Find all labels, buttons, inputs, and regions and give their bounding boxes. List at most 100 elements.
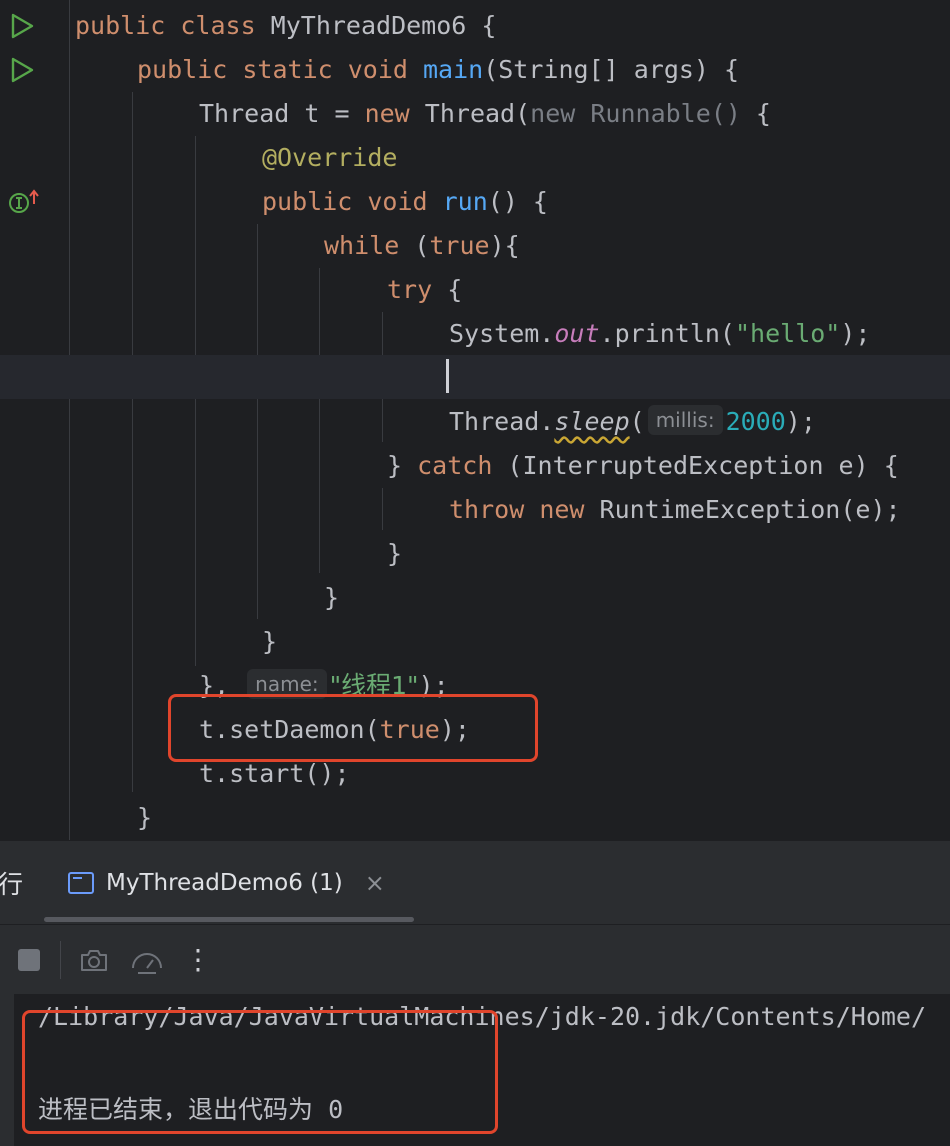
screenshot-button[interactable] — [78, 943, 110, 977]
string-literal: "hello" — [734, 319, 841, 348]
code-text: } — [324, 583, 340, 612]
code-line[interactable]: } — [387, 532, 402, 576]
indent-guide — [382, 488, 383, 530]
method-name: run — [442, 187, 488, 216]
code-line[interactable]: Thread.sleep(millis: 2000); — [449, 400, 816, 444]
keyword: try — [387, 275, 448, 304]
code-text: RuntimeException(e); — [599, 495, 901, 524]
code-text: (InterruptedException e) { — [507, 451, 899, 480]
code-line[interactable]: Thread t = new Thread(new Runnable() { — [199, 92, 771, 136]
code-line[interactable]: public class MyThreadDemo6 { — [75, 4, 496, 48]
keyword: while — [324, 231, 415, 260]
exit-message: 进程已结束，退出代码为 — [38, 1095, 314, 1124]
indent-guide — [69, 0, 70, 840]
code-line[interactable]: throw new RuntimeException(e); — [449, 488, 901, 532]
run-tab-mythreaddemo6[interactable]: MyThreadDemo6 (1) × — [56, 857, 385, 909]
keyword: public static void — [137, 55, 423, 84]
code-text: Thread t = — [199, 99, 365, 128]
code-text: ); — [418, 671, 449, 700]
code-text: t.setDaemon( — [199, 715, 380, 744]
code-line-current[interactable] — [446, 356, 449, 400]
static-field: out — [554, 319, 600, 348]
text-caret — [446, 359, 449, 393]
code-text: } — [387, 539, 403, 568]
indent-guide — [132, 92, 133, 792]
stop-button[interactable] — [16, 943, 42, 977]
code-line[interactable]: System.out.println("hello"); — [449, 312, 870, 356]
profiler-button[interactable] — [130, 943, 164, 977]
folded-code: new Runnable() — [530, 99, 741, 128]
annotation: @Override — [262, 143, 398, 172]
more-options-button[interactable]: ⋮ — [184, 943, 212, 977]
code-text: } — [137, 803, 153, 832]
indent-guide — [257, 224, 258, 619]
code-text: } — [387, 451, 418, 480]
console-exit-line: 进程已结束，退出代码为 0 — [38, 1090, 343, 1126]
keyword: true — [379, 715, 440, 744]
code-text: () { — [487, 187, 548, 216]
tab-label: MyThreadDemo6 (1) — [106, 870, 343, 896]
tab-scrollbar[interactable] — [44, 917, 414, 922]
camera-icon — [81, 950, 107, 971]
parameter-hint: name: — [247, 669, 327, 699]
class-name: MyThreadDemo6 { — [270, 11, 497, 40]
code-text: t.start(); — [199, 759, 350, 788]
code-line[interactable]: } — [324, 576, 339, 620]
run-toolbar: ⋮ — [0, 924, 950, 995]
code-text: { — [740, 99, 771, 128]
code-text: (String[] args) { — [483, 55, 740, 84]
keyword: public void — [262, 187, 443, 216]
run-tool-window-tabs: 行 MyThreadDemo6 (1) × — [0, 840, 950, 925]
code-line[interactable]: try { — [387, 268, 462, 312]
code-line[interactable]: public static void main(String[] args) { — [137, 48, 739, 92]
code-text: ( — [414, 231, 430, 260]
code-line[interactable]: @Override — [262, 136, 397, 180]
number-literal: 2000 — [725, 407, 786, 436]
code-line[interactable]: public void run() { — [262, 180, 548, 224]
code-line[interactable]: }, name: "线程1"); — [199, 664, 449, 708]
exit-code: 0 — [328, 1095, 344, 1124]
code-line[interactable]: } — [262, 620, 277, 664]
indent-guide — [195, 136, 196, 666]
code-text: ); — [439, 715, 470, 744]
console-icon — [68, 872, 94, 894]
keyword: new — [364, 99, 425, 128]
code-line[interactable]: } — [137, 796, 152, 840]
console-gutter — [0, 994, 14, 1146]
more-vertical-icon: ⋮ — [184, 943, 212, 976]
keyword: throw — [449, 495, 540, 524]
gauge-icon — [132, 953, 162, 974]
run-icon[interactable] — [8, 12, 36, 40]
keyword: new — [539, 495, 600, 524]
method-name: main — [422, 55, 484, 84]
close-icon[interactable]: × — [365, 869, 385, 897]
code-line[interactable]: t.setDaemon(true); — [199, 708, 470, 752]
code-text: ){ — [489, 231, 520, 260]
code-line[interactable]: } catch (InterruptedException e) { — [387, 444, 899, 488]
console-output[interactable]: /Library/Java/JavaVirtualMachines/jdk-20… — [0, 994, 950, 1146]
code-line[interactable]: while (true){ — [324, 224, 520, 268]
code-text: { — [447, 275, 463, 304]
code-text: .println( — [599, 319, 735, 348]
method-name-warning: sleep — [554, 407, 630, 436]
code-text: ); — [785, 407, 816, 436]
code-line[interactable]: t.start(); — [199, 752, 350, 796]
code-text: ); — [840, 319, 871, 348]
code-text: Thread( — [424, 99, 531, 128]
current-line-highlight — [0, 355, 950, 399]
stop-icon — [18, 949, 40, 971]
indent-guide — [319, 268, 320, 573]
keyword: public class — [75, 11, 271, 40]
implements-icon[interactable] — [8, 188, 42, 216]
run-icon[interactable] — [8, 56, 36, 84]
console-line: /Library/Java/JavaVirtualMachines/jdk-20… — [38, 1002, 927, 1031]
code-text: Thread. — [449, 407, 555, 436]
code-text: }, — [199, 671, 245, 700]
tool-window-title: 行 — [0, 870, 24, 899]
string-literal: "线程1" — [329, 671, 419, 700]
code-text: ( — [629, 407, 645, 436]
toolbar-separator — [60, 941, 61, 979]
editor-gutter — [0, 0, 60, 840]
code-editor[interactable]: public class MyThreadDemo6 { public stat… — [0, 0, 950, 840]
keyword: catch — [417, 451, 508, 480]
